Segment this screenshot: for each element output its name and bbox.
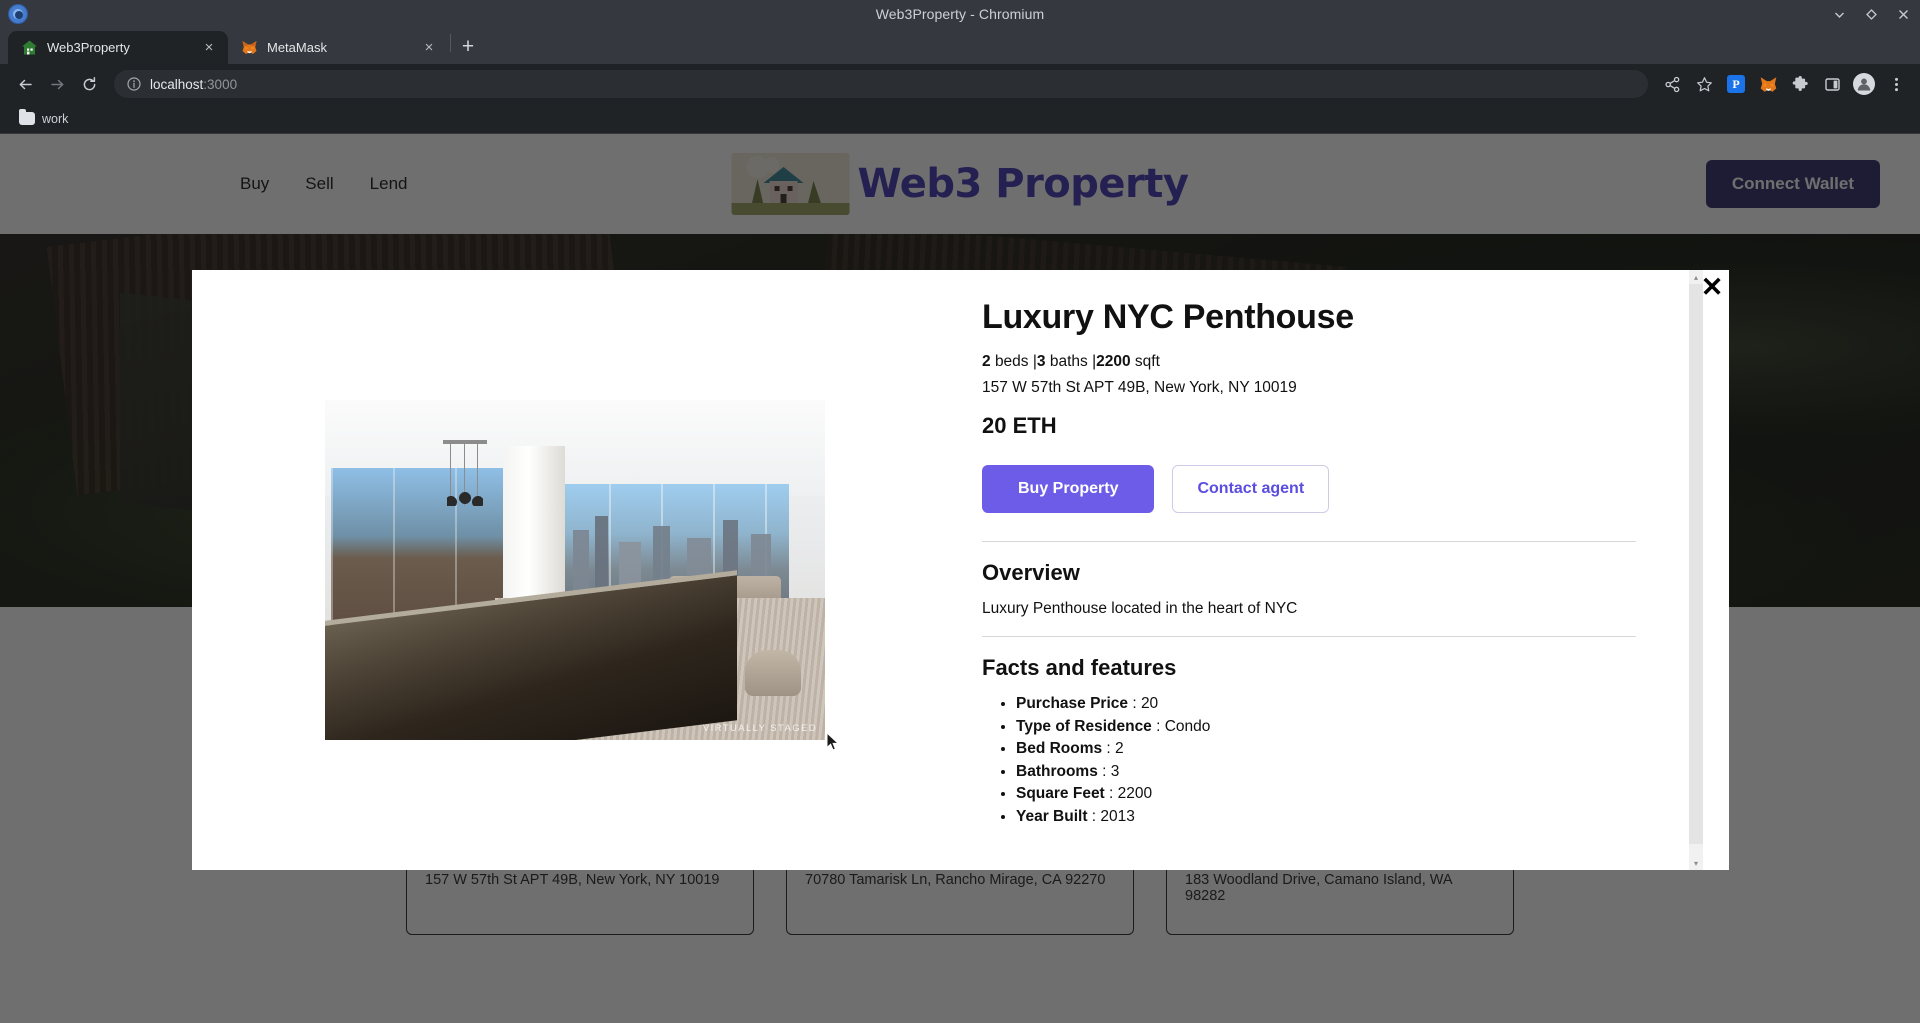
detail-baths: 3 [1036, 353, 1046, 370]
address-bar[interactable]: localhost:3000 [114, 70, 1648, 98]
tab-strip: Web3Property × MetaMask × + [0, 28, 1920, 64]
chromium-logo-icon [8, 4, 28, 24]
fact-label: Bed Rooms [1016, 740, 1103, 757]
buy-property-button[interactable]: Buy Property [982, 465, 1155, 513]
close-icon[interactable]: ✕ [1695, 270, 1729, 304]
divider [982, 636, 1636, 637]
window-controls [1832, 0, 1910, 28]
fact-label: Type of Residence [1016, 717, 1152, 735]
photo-pendant-lights [443, 440, 487, 506]
detail-baths-label: baths [1049, 353, 1088, 370]
detail-address: 157 W 57th St APT 49B, New York, NY 1001… [982, 379, 1297, 396]
maximize-icon[interactable] [1864, 7, 1878, 21]
page-viewport: Buy Sell Lend [0, 134, 1920, 1023]
fact-label: Bathrooms [1016, 762, 1098, 780]
address-bar-text: localhost:3000 [150, 77, 237, 92]
bookmark-label: work [42, 111, 69, 126]
list-item: Year Built : 2013 [1016, 808, 1659, 826]
three-dot-menu-icon[interactable] [1882, 70, 1910, 98]
minimize-icon[interactable] [1832, 7, 1846, 21]
window-title: Web3Property - Chromium [875, 6, 1045, 22]
scroll-down-icon[interactable]: ▾ [1689, 856, 1703, 870]
photo-watermark: VIRTUALLY STAGED [702, 723, 817, 734]
fact-value: Condo [1164, 717, 1211, 735]
folder-icon [19, 109, 35, 125]
facts-list: Purchase Price : 20 Type of Residence : … [1016, 695, 1659, 826]
list-item: Purchase Price : 20 [1016, 695, 1659, 713]
toolbar-icons: P [1658, 70, 1910, 98]
detail-beds-label: beds [994, 353, 1029, 370]
list-item: Square Feet : 2200 [1016, 785, 1659, 803]
overview-title: Overview [982, 560, 1080, 585]
puzzle-extensions-icon[interactable] [1786, 70, 1814, 98]
modal-scrollbar[interactable]: ▴ ▾ [1689, 270, 1703, 870]
penthouse-interior-photo: VIRTUALLY STAGED [325, 400, 825, 740]
detail-beds: 2 [982, 353, 991, 370]
list-item: Bathrooms : 3 [1016, 763, 1659, 781]
bookmark-folder-work[interactable]: work [12, 109, 75, 129]
bookmark-star-icon[interactable] [1690, 70, 1718, 98]
metamask-extension-icon[interactable] [1754, 70, 1782, 98]
fact-value: 20 [1140, 695, 1159, 712]
omnibox-host: localhost [150, 76, 204, 92]
detail-sqft-label: sqft [1134, 353, 1160, 370]
tab-label: MetaMask [267, 40, 327, 55]
browser-toolbar: localhost:3000 P [0, 64, 1920, 104]
fact-value: 3 [1110, 762, 1120, 780]
list-item: Type of Residence : Condo [1016, 718, 1659, 736]
tab-close-icon[interactable]: × [200, 39, 218, 57]
overview-text: Luxury Penthouse located in the heart of… [982, 600, 1298, 617]
tab-close-icon[interactable]: × [420, 39, 438, 57]
detail-specs: 2 beds |3 baths |2200 sqft [982, 353, 1659, 371]
profile-avatar-icon[interactable] [1850, 70, 1878, 98]
photo-armchair [745, 650, 801, 696]
extension-p-icon[interactable]: P [1722, 70, 1750, 98]
fact-label: Year Built [1016, 807, 1088, 825]
close-icon[interactable] [1896, 7, 1910, 21]
modal-photo-pane: VIRTUALLY STAGED [192, 270, 958, 870]
new-tab-button[interactable]: + [453, 32, 483, 62]
detail-price: 20 ETH [982, 413, 1057, 438]
forward-arrow-icon[interactable] [42, 69, 72, 99]
contact-agent-button[interactable]: Contact agent [1172, 465, 1330, 513]
bookmarks-bar: work [0, 104, 1920, 134]
detail-sqft: 2200 [1096, 353, 1131, 370]
scrollbar-thumb[interactable] [1689, 284, 1703, 844]
extension-p-badge: P [1727, 75, 1745, 93]
share-icon[interactable] [1658, 70, 1686, 98]
detail-actions: Buy Property Contact agent [982, 465, 1659, 513]
facts-title: Facts and features [982, 655, 1177, 680]
metamask-fox-icon [241, 39, 258, 56]
info-circle-icon[interactable] [126, 77, 141, 92]
fact-value: 2013 [1100, 807, 1135, 825]
property-detail-modal: VIRTUALLY STAGED Luxury NYC Penthouse 2 … [192, 270, 1729, 870]
reload-icon[interactable] [74, 69, 104, 99]
tab-label: Web3Property [47, 40, 130, 55]
tab-metamask[interactable]: MetaMask × [228, 31, 448, 64]
side-panel-icon[interactable] [1818, 70, 1846, 98]
browser-window: Web3Property - Chromium Web3Property × M… [0, 0, 1920, 1023]
page-title: Luxury NYC Penthouse [982, 298, 1354, 336]
back-arrow-icon[interactable] [10, 69, 40, 99]
house-icon [21, 39, 38, 56]
fact-value: 2200 [1117, 785, 1153, 802]
list-item: Bed Rooms : 2 [1016, 740, 1659, 758]
tab-web3property[interactable]: Web3Property × [8, 31, 228, 64]
divider [982, 541, 1636, 542]
avatar [1853, 73, 1875, 95]
fact-label: Purchase Price [1016, 695, 1129, 712]
fact-label: Square Feet [1016, 785, 1105, 802]
modal-detail-pane: Luxury NYC Penthouse 2 beds |3 baths |22… [958, 270, 1729, 870]
title-bar: Web3Property - Chromium [0, 0, 1920, 28]
fact-value: 2 [1115, 740, 1124, 757]
tab-divider [450, 33, 451, 52]
omnibox-port: :3000 [203, 76, 238, 92]
